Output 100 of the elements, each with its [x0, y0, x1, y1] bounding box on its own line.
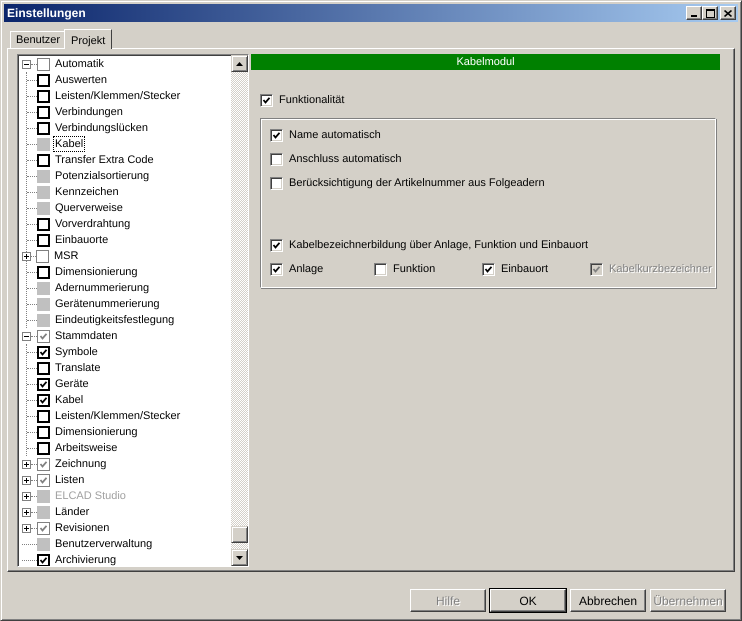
tree-item[interactable]: Leisten/Klemmen/Stecker — [53, 88, 182, 104]
checkbox-label: Anlage — [289, 263, 324, 275]
checkbox[interactable] — [37, 394, 50, 406]
checkbox[interactable] — [37, 170, 50, 182]
minimize-button[interactable] — [686, 6, 702, 20]
expand-icon[interactable] — [22, 460, 31, 468]
tree-item[interactable]: Verbindungslücken — [53, 120, 150, 136]
checkbox[interactable] — [374, 262, 387, 276]
checkbox[interactable] — [37, 106, 50, 118]
tree-item[interactable]: Kabel — [53, 392, 86, 408]
maximize-button[interactable] — [702, 6, 718, 20]
checkbox[interactable] — [37, 314, 50, 326]
tree-item[interactable]: Revisionen — [53, 520, 112, 536]
checkbox[interactable] — [37, 458, 50, 470]
scrollbar[interactable] — [231, 55, 248, 566]
tree-item[interactable]: Querverweise — [53, 200, 125, 216]
tree-item[interactable]: Dimensionierung — [53, 424, 140, 440]
checkbox[interactable] — [37, 538, 50, 550]
checkbox[interactable] — [37, 442, 50, 454]
checkbox[interactable] — [36, 250, 49, 262]
checkbox[interactable] — [270, 238, 283, 252]
expand-icon[interactable] — [22, 524, 31, 532]
tree-item[interactable]: Benutzerverwaltung — [53, 536, 154, 552]
dialog-button[interactable]: OK — [490, 589, 566, 612]
checkbox[interactable] — [37, 90, 50, 102]
tree-item[interactable]: Archivierung — [53, 552, 118, 566]
scroll-up-icon[interactable] — [231, 55, 248, 72]
tree-item[interactable]: Auswerten — [53, 72, 109, 88]
checkbox[interactable] — [37, 186, 50, 198]
checkbox[interactable] — [37, 122, 50, 134]
tree-item[interactable]: MSR — [52, 248, 80, 264]
collapse-icon[interactable] — [22, 60, 31, 68]
checkbox[interactable] — [482, 262, 495, 276]
tree-item[interactable]: Dimensionierung — [53, 264, 140, 280]
tree-item[interactable]: Kabel — [53, 136, 86, 152]
checkbox[interactable] — [270, 176, 283, 190]
checkbox[interactable] — [270, 152, 283, 166]
tree-item[interactable]: Geräte — [53, 376, 91, 392]
dialog-button[interactable]: Abbrechen — [570, 589, 646, 612]
window-title: Einstellungen — [7, 6, 87, 20]
tree-item[interactable]: Leisten/Klemmen/Stecker — [53, 408, 182, 424]
tree-item[interactable]: Vorverdrahtung — [53, 216, 132, 232]
checkbox-label: Funktionalität — [279, 94, 344, 106]
tab[interactable]: Benutzer — [10, 31, 66, 48]
checkbox[interactable] — [37, 410, 50, 422]
checkbox[interactable] — [37, 282, 50, 294]
checkbox[interactable] — [37, 298, 50, 310]
checkbox[interactable] — [37, 234, 50, 246]
collapse-icon[interactable] — [22, 332, 31, 340]
tree-item[interactable]: Listen — [53, 472, 86, 488]
checkbox[interactable] — [37, 506, 50, 518]
close-icon — [724, 10, 732, 16]
tree-item[interactable]: Potenzialsortierung — [53, 168, 152, 184]
checkbox[interactable] — [270, 128, 283, 142]
checkbox[interactable] — [37, 266, 50, 278]
checkbox[interactable] — [37, 74, 50, 86]
checkbox[interactable] — [37, 522, 50, 534]
tree-item[interactable]: Einbauorte — [53, 232, 110, 248]
expand-icon[interactable] — [22, 252, 31, 260]
checkbox-label: Kabelkurzbezeichner — [609, 263, 712, 275]
checkbox[interactable] — [37, 154, 50, 166]
checkbox[interactable] — [37, 330, 50, 342]
checkbox[interactable] — [37, 58, 50, 70]
scroll-down-icon[interactable] — [231, 549, 248, 566]
tree-item[interactable]: Transfer Extra Code — [53, 152, 156, 168]
checkbox[interactable] — [37, 378, 50, 390]
scroll-thumb[interactable] — [231, 526, 248, 543]
tree-item[interactable]: Länder — [53, 504, 92, 520]
checkbox[interactable] — [37, 202, 50, 214]
tree-item[interactable]: Symbole — [53, 344, 100, 360]
checkbox[interactable] — [37, 138, 50, 150]
checkbox[interactable] — [37, 474, 50, 486]
checkbox-label: Einbauort — [501, 263, 548, 275]
close-button[interactable] — [720, 6, 736, 20]
checkbox-label: Kabelbezeichnerbildung über Anlage, Funktion und Einbauort — [289, 239, 588, 251]
checkbox-label: Anschluss automatisch — [289, 153, 402, 165]
checkbox-label: Funktion — [393, 263, 436, 275]
tab[interactable]: Projekt — [64, 29, 112, 49]
checkbox[interactable] — [270, 262, 283, 276]
checkbox[interactable] — [37, 426, 50, 438]
checkbox[interactable] — [37, 218, 50, 230]
expand-icon[interactable] — [22, 508, 31, 516]
maximize-icon — [706, 8, 714, 18]
checkbox[interactable] — [260, 94, 273, 106]
tree-item[interactable]: Adernummerierung — [53, 280, 152, 296]
tree-item[interactable]: Zeichnung — [53, 456, 108, 472]
tree-item[interactable]: Kennzeichen — [53, 184, 121, 200]
tree-item[interactable]: Verbindungen — [53, 104, 125, 120]
checkbox[interactable] — [37, 346, 50, 358]
checkbox[interactable] — [37, 554, 50, 566]
tree-item[interactable]: Eindeutigkeitsfestlegung — [53, 312, 176, 328]
tree-item[interactable]: Translate — [53, 360, 102, 376]
tree-item[interactable]: Stammdaten — [53, 328, 120, 344]
checkbox-label: Name automatisch — [289, 129, 381, 141]
expand-icon[interactable] — [22, 476, 31, 484]
section-header: Kabelmodul — [251, 54, 720, 70]
tree-item[interactable]: Arbeitsweise — [53, 440, 120, 456]
checkbox[interactable] — [37, 362, 50, 374]
tree-item[interactable]: Automatik — [53, 56, 106, 72]
tree-item[interactable]: Gerätenummerierung — [53, 296, 162, 312]
